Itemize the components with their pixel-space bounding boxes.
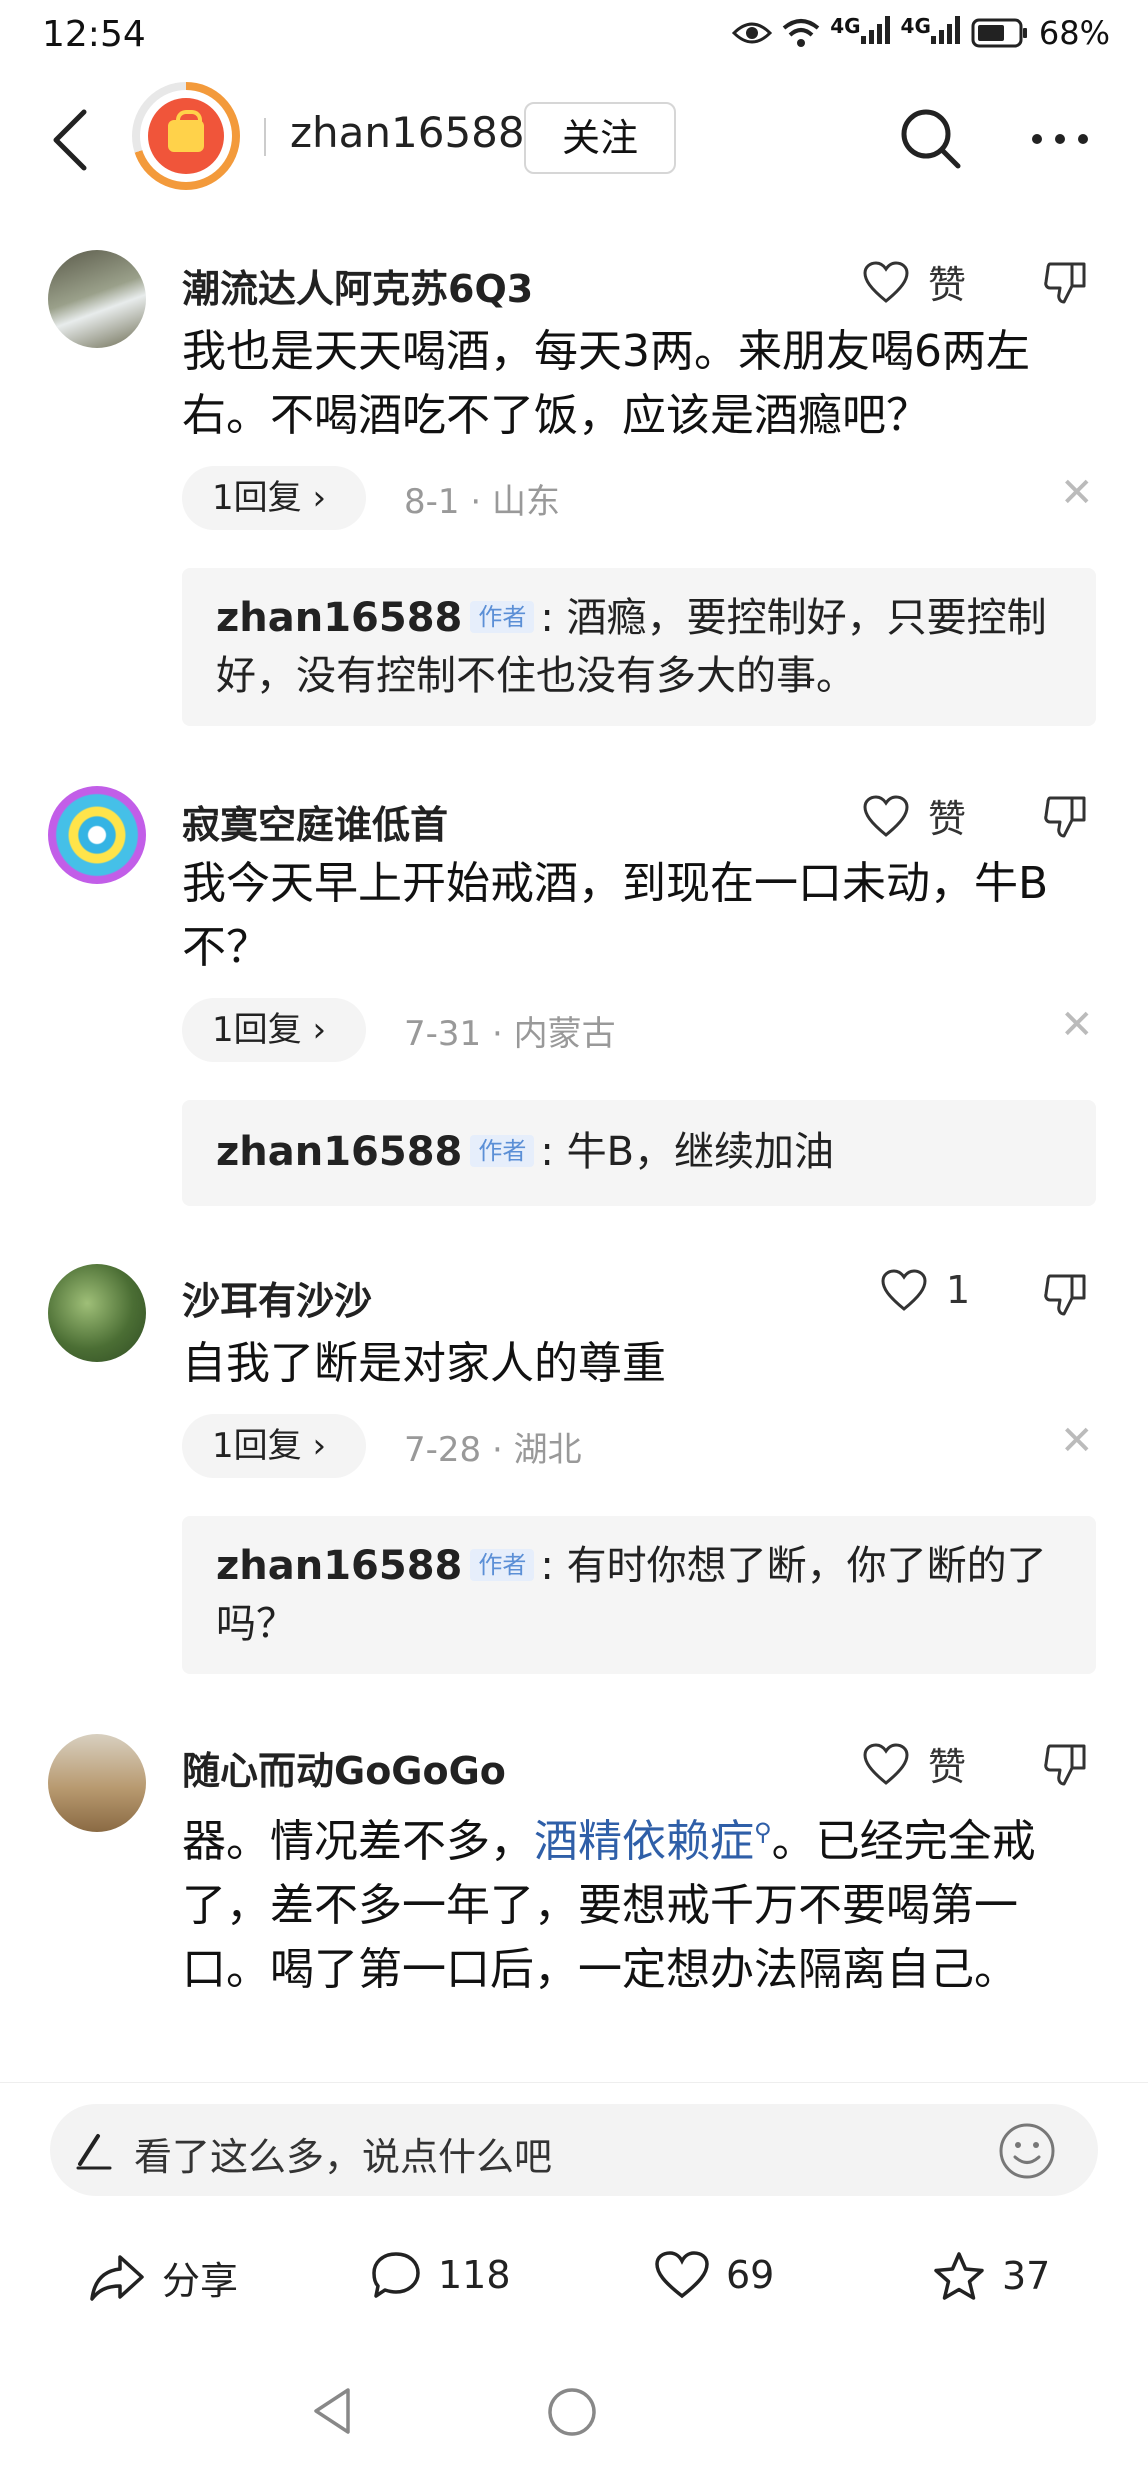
header-divider (264, 118, 266, 156)
status-bar: 12:54 4G 4G 68% (0, 0, 1148, 72)
pen-icon (76, 2134, 112, 2170)
like-post-button[interactable]: 69 (654, 2250, 774, 2300)
comment-text: 自我了断是对家人的尊重 (182, 1338, 666, 1389)
close-icon[interactable]: ✕ (1060, 1002, 1094, 1048)
nav-back-icon[interactable] (310, 2386, 354, 2436)
author-tag: 作者 (470, 601, 535, 633)
author-avatar[interactable] (132, 82, 240, 190)
battery-level: 68% (1038, 14, 1110, 52)
dislike-icon[interactable] (1042, 1270, 1090, 1318)
wifi-icon (782, 19, 820, 47)
commenter-avatar[interactable] (48, 250, 146, 348)
eye-icon (732, 22, 773, 44)
favorite-button[interactable]: 37 (932, 2250, 1050, 2302)
commenter-name[interactable]: 寂寞空庭谁低首 (182, 794, 448, 849)
reply-text: : 牛B，继续加油 (540, 1129, 835, 1175)
comment-input-placeholder: 看了这么多，说点什么吧 (134, 2135, 553, 2179)
top-bar: zhan16588 关注 (0, 72, 1148, 208)
commenter-avatar[interactable] (48, 786, 146, 884)
reply-author[interactable]: zhan16588 (216, 595, 462, 641)
heart-icon (863, 794, 909, 837)
like-button[interactable]: 赞 (862, 1736, 966, 1791)
share-icon (90, 2254, 144, 2301)
author-reply[interactable]: zhan16588 作者: 酒瘾，要控制好，只要控制好，没有控制不住也没有多大的事… (182, 568, 1096, 726)
comment-count: 118 (438, 2253, 511, 2297)
commenter-name[interactable]: 沙耳有沙沙 (182, 1270, 372, 1325)
author-tag: 作者 (470, 1549, 535, 1581)
dislike-icon[interactable] (1042, 1740, 1090, 1788)
heart-icon (881, 1269, 927, 1311)
signal-1: 4G (830, 14, 890, 52)
comment-text: 器。情况差不多，酒精依赖症⚲。已经完全戒了，差不多一年了，要想戒千万不要喝第一口… (182, 1800, 1102, 2002)
comment-text: 我也是天天喝酒，每天3两。来朋友喝6两左右。不喝酒吃不了饭，应该是酒瘾吧？ (182, 326, 1030, 441)
author-username[interactable]: zhan16588 (290, 108, 525, 157)
reply-author[interactable]: zhan16588 (216, 1129, 462, 1175)
status-time: 12:54 (42, 14, 146, 55)
commenter-avatar[interactable] (48, 1264, 146, 1362)
author-reply[interactable]: zhan16588 作者: 有时你想了断，你了断的了吗？ (182, 1516, 1096, 1674)
comment-meta: 7-31 · 内蒙古 (404, 1014, 616, 1054)
comment-input[interactable]: 看了这么多，说点什么吧 (50, 2104, 1098, 2196)
comment-meta: 8-1 · 山东 (404, 482, 560, 522)
search-small-icon[interactable]: ⚲ (754, 1818, 772, 1846)
reply-author[interactable]: zhan16588 (216, 1543, 462, 1589)
close-icon[interactable]: ✕ (1060, 470, 1094, 516)
dislike-icon[interactable] (1042, 258, 1090, 306)
star-icon (934, 2252, 984, 2300)
view-replies-button[interactable]: 1回复 › (182, 466, 366, 530)
keyword-link[interactable]: 酒精依赖症 (534, 1816, 754, 1867)
emoji-icon[interactable] (998, 2122, 1056, 2180)
reply-content: zhan16588 作者: 牛B，继续加油 (216, 1122, 1066, 1181)
signal-bars-icon (930, 16, 960, 44)
share-button[interactable]: 分享 (88, 2250, 238, 2305)
like-count: 69 (726, 2253, 775, 2297)
commenter-name[interactable]: 潮流达人阿克苏6Q3 (182, 258, 533, 313)
view-replies-button[interactable]: 1回复 › (182, 1414, 366, 1478)
comment-text-before: 器。情况差不多， (182, 1816, 534, 1867)
battery-icon (971, 18, 1027, 48)
commenter-name[interactable]: 随心而动GoGoGo (182, 1740, 506, 1795)
reply-content: zhan16588 作者: 酒瘾，要控制好，只要控制好，没有控制不住也没有多大的事… (216, 588, 1066, 705)
status-icons: 4G 4G 68% (732, 14, 1110, 52)
comment-meta: 7-28 · 湖北 (404, 1430, 582, 1470)
heart-icon (655, 2251, 709, 2299)
search-icon[interactable] (900, 108, 962, 170)
more-options-icon[interactable] (1030, 132, 1090, 146)
view-replies-button[interactable]: 1回复 › (182, 998, 366, 1062)
comment-bubble-icon (372, 2252, 420, 2298)
like-button[interactable]: 1 (880, 1268, 970, 1312)
divider (0, 2082, 1148, 2083)
red-bag-icon (168, 110, 204, 152)
close-icon[interactable]: ✕ (1060, 1418, 1094, 1464)
comment-text: 我今天早上开始戒酒，到现在一口未动，牛B不？ (182, 858, 1049, 973)
system-nav-bar (0, 2360, 1148, 2480)
like-button[interactable]: 赞 (862, 788, 966, 843)
signal-2: 4G (901, 14, 961, 52)
like-button[interactable]: 赞 (862, 254, 966, 309)
signal-bars-icon (860, 16, 890, 44)
heart-icon (863, 1742, 909, 1785)
nav-home-icon[interactable] (546, 2386, 598, 2438)
follow-button[interactable]: 关注 (524, 102, 676, 174)
commenter-avatar[interactable] (48, 1734, 146, 1832)
share-label: 分享 (162, 2259, 239, 2303)
heart-icon (863, 260, 909, 303)
like-count: 1 (946, 1268, 971, 1312)
author-tag: 作者 (470, 1135, 535, 1167)
comments-button[interactable]: 118 (370, 2250, 511, 2300)
reply-content: zhan16588 作者: 有时你想了断，你了断的了吗？ (216, 1536, 1066, 1653)
back-arrow-icon[interactable] (48, 108, 92, 172)
favorite-count: 37 (1002, 2254, 1051, 2298)
author-reply[interactable]: zhan16588 作者: 牛B，继续加油 (182, 1100, 1096, 1206)
like-label: 赞 (928, 263, 967, 307)
dislike-icon[interactable] (1042, 792, 1090, 840)
like-label: 赞 (928, 797, 967, 841)
like-label: 赞 (928, 1745, 967, 1789)
